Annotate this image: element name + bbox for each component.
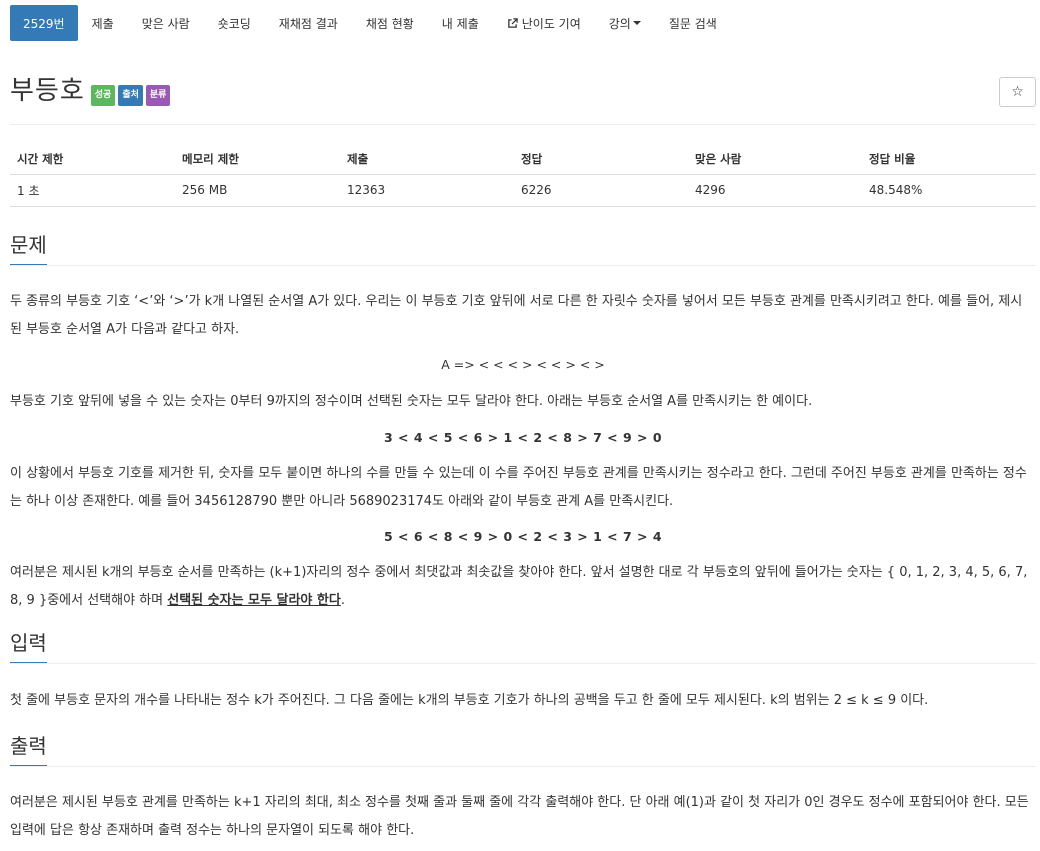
problem-description-p4: 여러분은 제시된 k개의 부등호 순서를 만족하는 (k+1)자리의 정수 중에… (10, 559, 1034, 615)
output-section-header: 출력 (10, 733, 1036, 767)
output-description: 여러분은 제시된 부등호 관계를 만족하는 k+1 자리의 최대, 최소 정수를… (10, 795, 1029, 838)
nav-difficulty-contribution[interactable]: 난이도 기여 (493, 5, 595, 41)
title-divider (10, 124, 1036, 125)
nav-problem-number[interactable]: 2529번 (10, 5, 78, 41)
section-divider (10, 265, 1036, 266)
nav-question-search-label: 질문 검색 (668, 16, 717, 31)
nav-lectures-dropdown[interactable]: 강의 (595, 5, 655, 41)
header-accepted-users: 맞은 사람 (688, 144, 862, 175)
value-submissions: 12363 (340, 174, 514, 207)
header-time-limit: 시간 제한 (10, 144, 175, 175)
input-section-title: 입력 (10, 630, 47, 664)
value-memory-limit: 256 MB (175, 174, 340, 207)
nav-my-submissions-label: 내 제출 (441, 16, 479, 31)
nav-submit-label: 제출 (91, 16, 114, 31)
label-source[interactable]: 출처 (118, 85, 143, 106)
nav-lectures-label: 강의 (608, 16, 631, 31)
nav-short-coding-label: 숏코딩 (217, 16, 251, 31)
value-time-limit: 1 초 (10, 174, 175, 207)
problem-nav: 2529번 제출 맞은 사람 숏코딩 재채점 결과 채점 현황 내 제출 난이도… (10, 5, 731, 41)
header-accept-ratio: 정답 비율 (862, 144, 1036, 175)
nav-problem-number-label: 2529번 (23, 16, 65, 31)
caret-down-icon (632, 21, 641, 25)
inequality-sequence: A => < < < > < < > < > (441, 357, 605, 372)
p4-text-a: 여러분은 제시된 k개의 부등호 순서를 만족하는 (k+1)자리의 정수 중에… (10, 565, 1028, 608)
header-submissions: 제출 (340, 144, 514, 175)
value-accepted: 6226 (514, 174, 688, 207)
nav-rejudge-results[interactable]: 재채점 결과 (265, 5, 352, 41)
section-divider (10, 663, 1036, 664)
problem-info-table: 시간 제한 메모리 제한 제출 정답 맞은 사람 정답 비율 1 초 256 M… (10, 144, 1036, 207)
table-header-row: 시간 제한 메모리 제한 제출 정답 맞은 사람 정답 비율 (10, 144, 1036, 175)
problem-section-header: 문제 (10, 232, 1036, 266)
nav-my-submissions[interactable]: 내 제출 (428, 5, 493, 41)
problem-description-p1: 두 종류의 부등호 기호 ‘<’와 ‘>’가 k개 나열된 순서열 A가 있다.… (10, 294, 1023, 337)
external-link-icon (507, 17, 518, 28)
p4-text-b: . (340, 593, 345, 608)
table-row: 1 초 256 MB 12363 6226 4296 48.548% (10, 174, 1036, 207)
input-section-header: 입력 (10, 630, 1036, 664)
value-accept-ratio: 48.548% (862, 174, 1036, 207)
nav-judge-status-label: 채점 현황 (365, 16, 414, 31)
example-sequence-1: 3 < 4 < 5 < 6 > 1 < 2 < 8 > 7 < 9 > 0 (383, 430, 663, 445)
favorite-button[interactable]: ☆ (999, 77, 1036, 107)
star-icon: ☆ (1011, 84, 1024, 100)
nav-accepted-users-label: 맞은 사람 (141, 16, 190, 31)
nav-short-coding[interactable]: 숏코딩 (204, 5, 265, 41)
output-section-title: 출력 (10, 733, 47, 767)
nav-accepted-users[interactable]: 맞은 사람 (128, 5, 204, 41)
problem-description-p2: 부등호 기호 앞뒤에 넣을 수 있는 숫자는 0부터 9까지의 정수이며 선택된… (10, 394, 813, 409)
input-description: 첫 줄에 부등호 문자의 개수를 나타내는 정수 k가 주어진다. 그 다음 줄… (10, 693, 929, 708)
problem-title-row: 부등호 성공 출처 분류 (10, 75, 173, 107)
nav-judge-status[interactable]: 채점 현황 (352, 5, 428, 41)
nav-rejudge-results-label: 재채점 결과 (278, 16, 338, 31)
section-divider (10, 766, 1036, 767)
nav-submit[interactable]: 제출 (78, 5, 128, 41)
problem-section-title: 문제 (10, 232, 47, 266)
label-category[interactable]: 분류 (145, 85, 171, 106)
value-accepted-users: 4296 (688, 174, 862, 207)
problem-title: 부등호 (10, 76, 85, 106)
header-memory-limit: 메모리 제한 (175, 144, 340, 175)
header-accepted: 정답 (514, 144, 688, 175)
nav-difficulty-contribution-label: 난이도 기여 (521, 16, 581, 31)
nav-question-search[interactable]: 질문 검색 (655, 5, 731, 41)
problem-description-p3: 이 상황에서 부등호 기호를 제거한 뒤, 숫자를 모두 붙이면 하나의 수를 … (10, 466, 1027, 509)
example-sequence-2: 5 < 6 < 8 < 9 > 0 < 2 < 3 > 1 < 7 > 4 (383, 529, 663, 544)
p4-emphasis: 선택된 숫자는 모두 달라야 한다 (167, 593, 341, 608)
label-success[interactable]: 성공 (90, 85, 116, 106)
problem-labels: 성공 출처 분류 (90, 85, 174, 106)
